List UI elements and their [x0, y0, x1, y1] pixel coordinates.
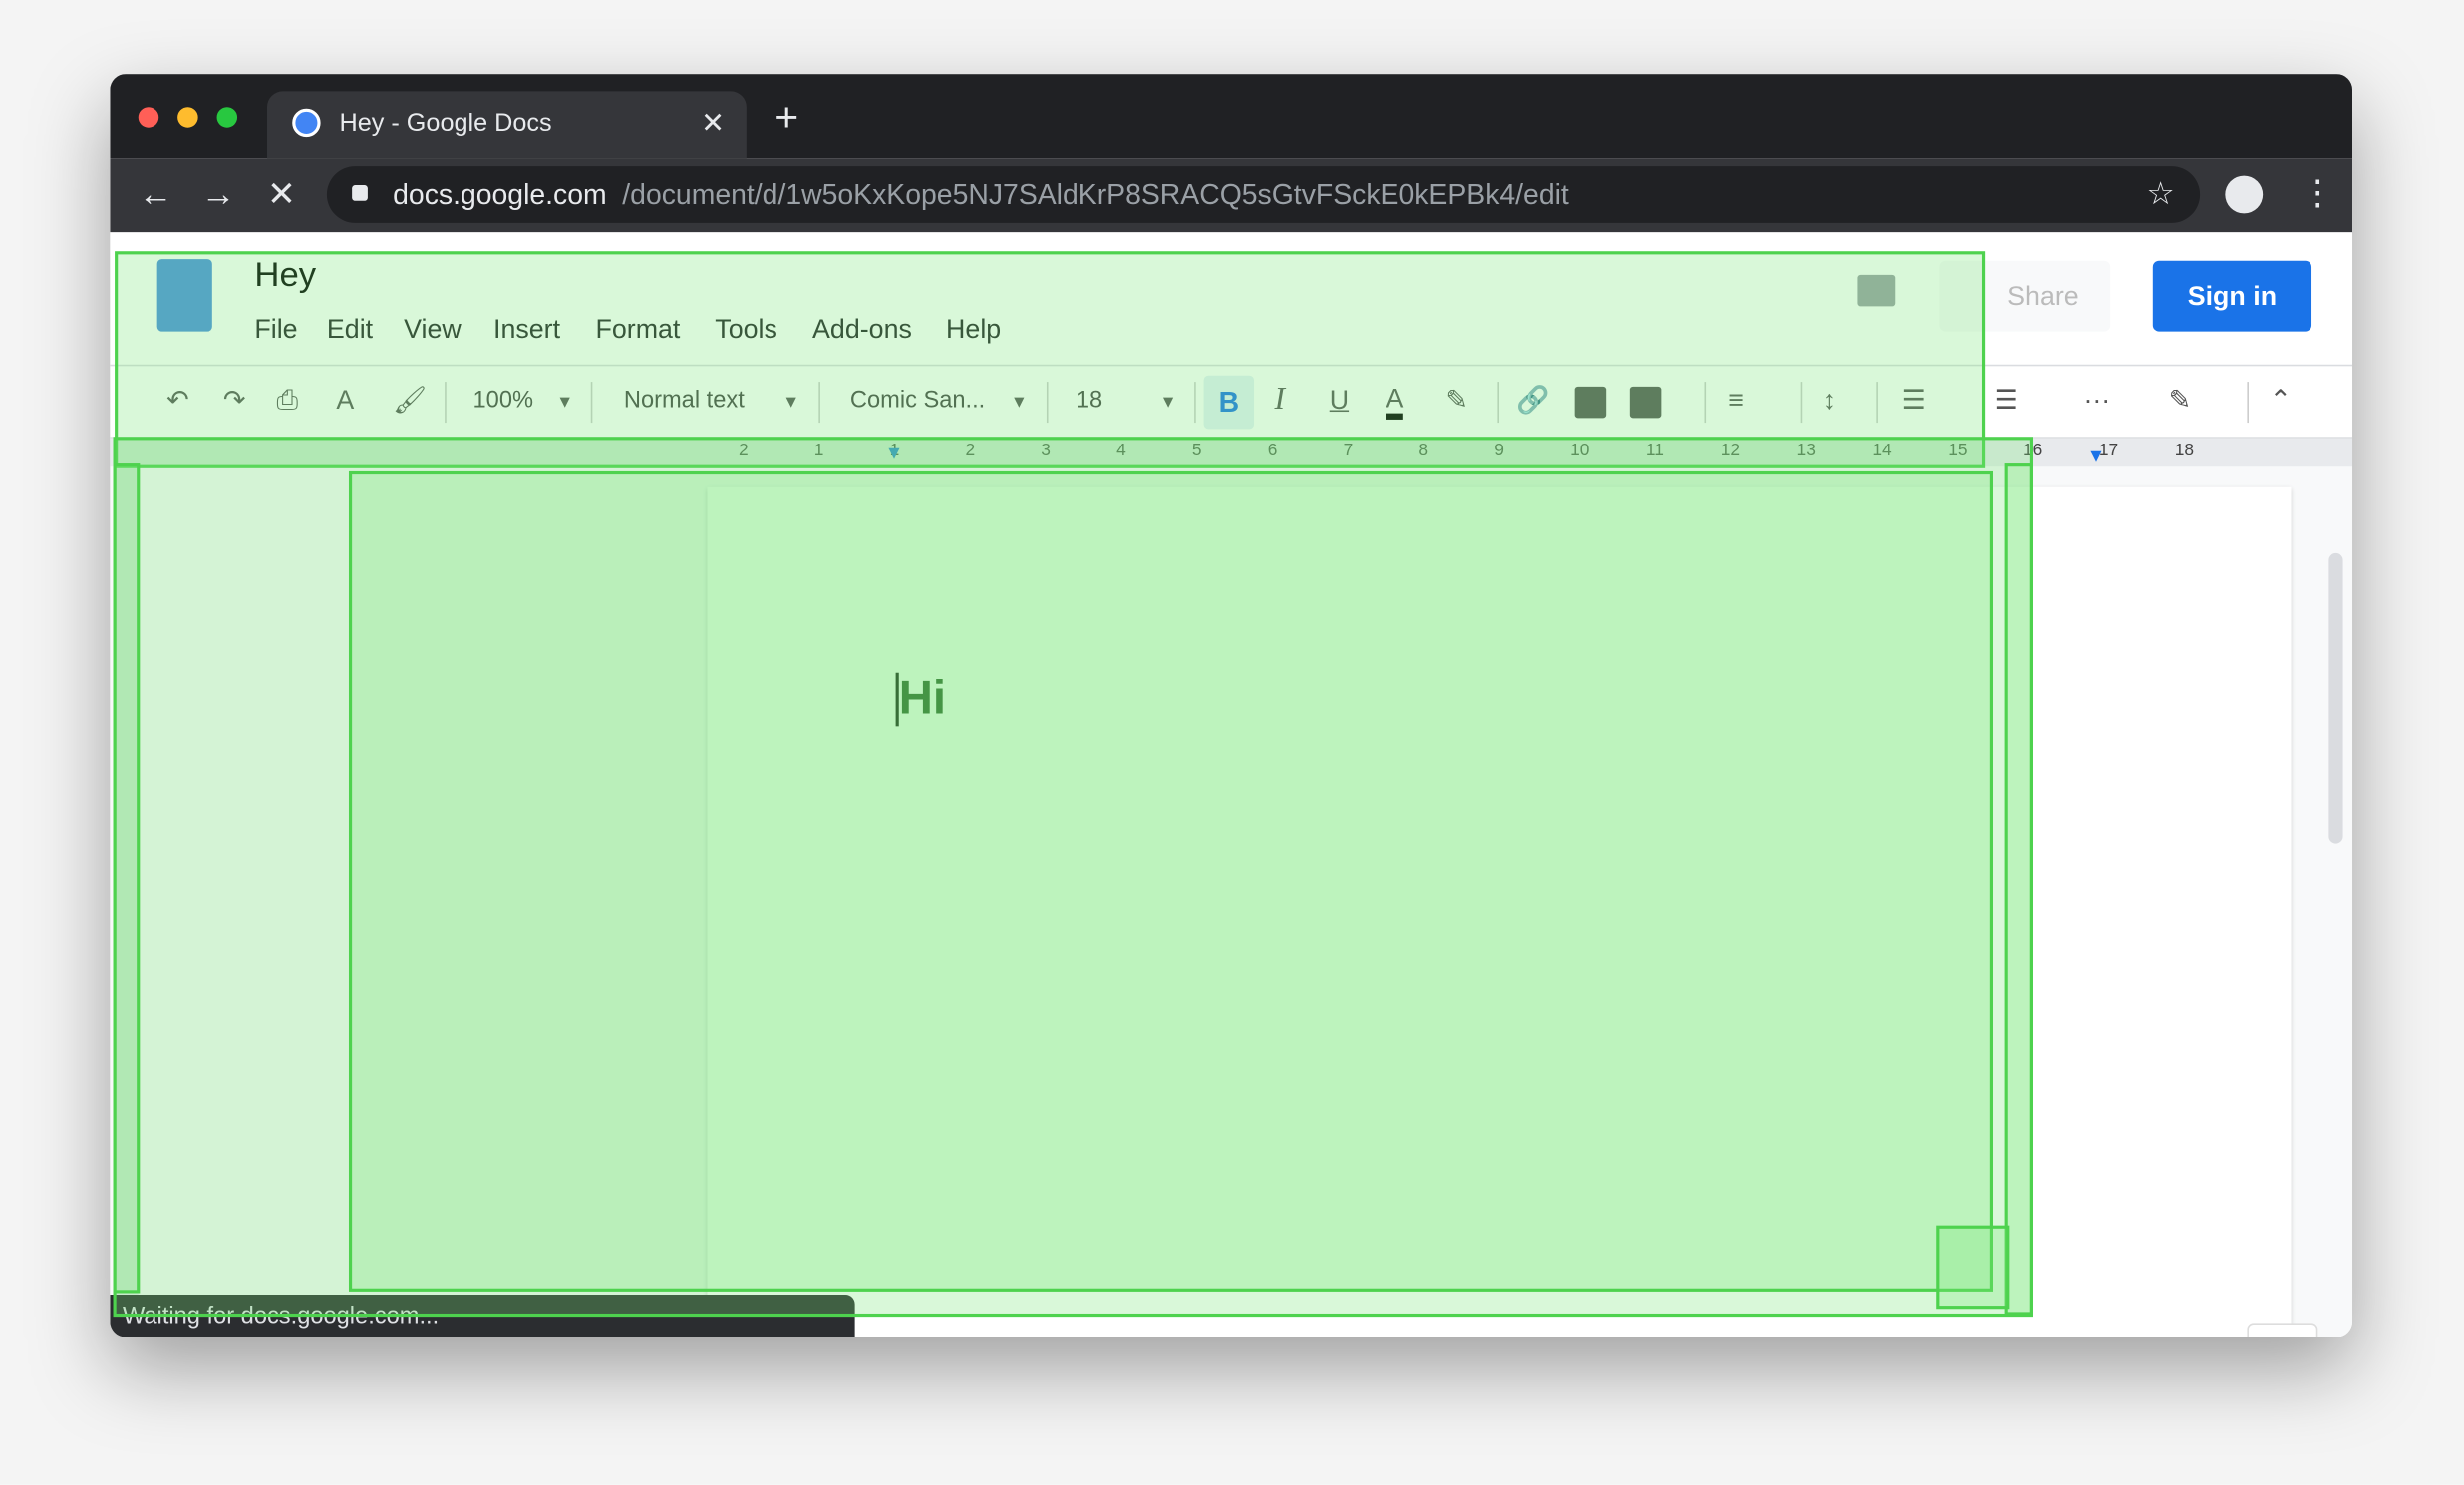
- tab-title: Hey - Google Docs: [339, 110, 552, 138]
- docs-favicon-icon: [292, 108, 321, 138]
- maximize-window-button[interactable]: [216, 107, 238, 128]
- minimize-window-button[interactable]: [177, 107, 198, 128]
- back-icon[interactable]: ←: [139, 174, 173, 215]
- profile-icon[interactable]: [2225, 175, 2264, 214]
- highlight-overlay: [113, 463, 141, 1294]
- right-indent-marker-icon[interactable]: ▼: [2087, 445, 2106, 466]
- editing-mode-icon[interactable]: ✎: [2169, 385, 2191, 417]
- highlight-overlay: [1936, 1225, 2010, 1310]
- highlight-overlay: [115, 251, 1986, 468]
- lock-icon: [352, 185, 368, 201]
- more-menu-icon[interactable]: ⋮: [2301, 172, 2335, 213]
- divider: [2247, 382, 2249, 424]
- new-tab-button[interactable]: +: [774, 96, 798, 137]
- more-icon[interactable]: ···: [2083, 385, 2110, 417]
- scrollbar[interactable]: [2328, 552, 2343, 844]
- tab-bar: Hey - Google Docs ✕ +: [110, 74, 2353, 159]
- url-path: /document/d/1w5oKxKope5NJ7SAldKrP8SRACQ5…: [622, 178, 1569, 211]
- explore-button[interactable]: ✦: [2247, 1323, 2318, 1337]
- close-window-button[interactable]: [138, 107, 159, 128]
- collapse-menus-icon[interactable]: ⌃: [2269, 385, 2291, 417]
- stop-loading-icon[interactable]: ✕: [267, 174, 296, 215]
- highlight-overlay: [348, 470, 1994, 1292]
- highlight-overlay: [2004, 463, 2033, 1316]
- bulleted-list-icon[interactable]: ☰: [1995, 385, 2018, 417]
- bookmark-star-icon[interactable]: ☆: [2146, 166, 2174, 223]
- close-tab-icon[interactable]: ✕: [701, 107, 725, 140]
- ruler-tick-label: 18: [2174, 441, 2195, 460]
- sign-in-button[interactable]: Sign in: [2152, 260, 2312, 332]
- address-bar[interactable]: docs.google.com /document/d/1w5oKxKope5N…: [326, 166, 2201, 223]
- url-host: docs.google.com: [393, 178, 607, 211]
- navigation-bar: ← → ✕ docs.google.com /document/d/1w5oKx…: [110, 158, 2353, 233]
- tab-active[interactable]: Hey - Google Docs ✕: [267, 91, 747, 159]
- forward-icon[interactable]: →: [201, 174, 236, 215]
